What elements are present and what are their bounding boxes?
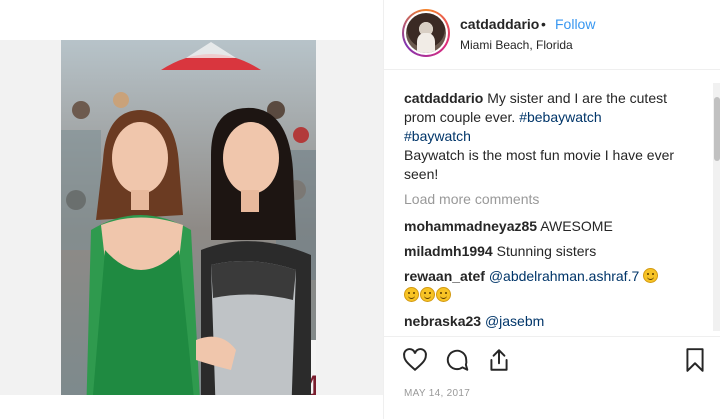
comment-username[interactable]: miladmh1994 [404,243,493,259]
comment-icon[interactable] [444,347,470,373]
header-separator: • [541,16,546,32]
heart-icon[interactable] [402,347,428,373]
comment-mention[interactable]: @jasebm [485,313,544,329]
post-photo[interactable]: M [61,40,316,419]
comment-text: AWESOME [540,218,613,234]
load-more-comments-button[interactable]: Load more comments [404,191,539,207]
smiling-face-icon [436,287,451,302]
post-caption: catdaddario My sister and I are the cute… [404,89,694,184]
post-side-panel: catdaddario • Follow Miami Beach, Florid… [383,0,720,419]
header-username[interactable]: catdaddario [460,16,539,32]
comment-item: mohammadneyaz85 AWESOME [404,217,694,236]
comment-username[interactable]: rewaan_atef [404,268,485,284]
smiling-face-icon [643,268,659,283]
comment-item: miladmh1994 Stunning sisters [404,242,694,261]
share-icon[interactable] [486,347,512,373]
avatar-border [404,11,448,55]
media-top-band [0,0,383,40]
comment-username[interactable]: nebraska23 [404,313,481,329]
comment-username[interactable]: mohammadneyaz85 [404,218,537,234]
caption-text-2: Baywatch is the most fun movie I have ev… [404,147,675,182]
smiling-face-icon [420,287,435,302]
comment-mention[interactable]: @abdelrahman.ashraf.7 [489,268,639,284]
bookmark-icon[interactable] [682,347,708,373]
post-photo-image: M [61,40,316,419]
post-header: catdaddario • Follow Miami Beach, Florid… [384,0,720,70]
post-media-area: M [0,0,383,419]
comment-item: nebraska23 @jasebm [404,312,694,331]
smiling-face-icon [404,287,419,302]
comments-scrollbar[interactable] [713,83,720,331]
comment-item: rewaan_atef @abdelrahman.ashraf.7 [404,267,694,305]
media-bottom-band [0,395,383,419]
comments-section: catdaddario My sister and I are the cute… [384,71,720,336]
caption-username[interactable]: catdaddario [404,90,483,106]
avatar-image [406,13,446,53]
avatar[interactable] [402,9,450,57]
comment-text: Stunning sisters [496,243,597,259]
hashtag-bebaywatch[interactable]: #bebaywatch [519,109,602,125]
post-actions-bar [384,336,720,386]
post-date: MAY 14, 2017 [404,388,471,399]
hashtag-baywatch[interactable]: #baywatch [404,128,471,144]
location-link[interactable]: Miami Beach, Florida [460,38,573,52]
comments-scrollbar-thumb[interactable] [714,97,720,161]
follow-button[interactable]: Follow [555,16,595,32]
